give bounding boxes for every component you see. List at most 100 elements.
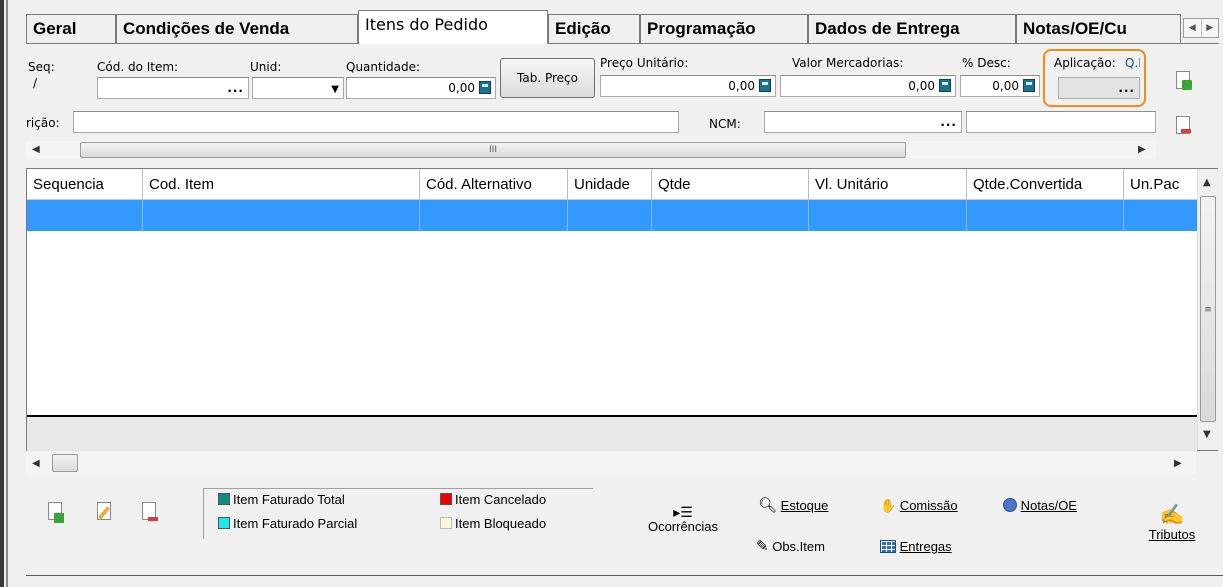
tributos-label: Tributos — [1148, 527, 1196, 542]
calculator-icon[interactable] — [479, 81, 491, 94]
legend-faturado-parcial: Item Faturado Parcial — [218, 516, 357, 531]
valor-mercadorias-label: Valor Mercadorias: — [792, 56, 904, 70]
entregas-label: Entregas — [899, 539, 952, 554]
comissao-label: Comissão — [899, 498, 958, 513]
tab-programacao[interactable]: Programação — [640, 14, 808, 43]
preco-unitario-label: Preço Unitário: — [600, 56, 689, 70]
tab-dados-de-entrega[interactable]: Dados de Entrega — [808, 14, 1016, 43]
scroll-right-icon[interactable]: ▶ — [1174, 458, 1182, 469]
grid-vertical-scrollbar[interactable]: ▲ ≡ ▼ — [1197, 169, 1218, 450]
aplicacao-highlight — [1043, 49, 1146, 107]
magnifier-icon: 🔍︎ — [758, 497, 778, 514]
tab-scroll-right-icon[interactable]: ▶ — [1202, 19, 1219, 37]
ncm-field[interactable]: ... — [764, 111, 962, 133]
form-horizontal-scrollbar[interactable]: ◀ III ▶ — [26, 141, 1156, 159]
grid-hscroll-thumb[interactable] — [52, 454, 78, 472]
tab-preco-button[interactable]: Tab. Preço — [500, 58, 595, 98]
tab-condicoes-de-venda[interactable]: Condições de Venda — [116, 14, 358, 43]
notas-oe-label: Notas/OE — [1020, 498, 1077, 513]
delete-icon[interactable] — [140, 500, 160, 524]
cod-item-label: Cód. do Item: — [97, 60, 179, 74]
quantidade-label: Quantidade: — [346, 60, 421, 74]
ncm-label: NCM: — [709, 117, 741, 131]
seq-value: / — [33, 76, 38, 90]
legend-cancelado: Item Cancelado — [440, 492, 546, 507]
quantidade-value: 0,00 — [448, 81, 475, 95]
cod-item-field[interactable]: ... — [97, 77, 249, 99]
col-unidade[interactable]: Unidade — [568, 169, 652, 200]
edit-icon[interactable] — [95, 500, 115, 524]
scroll-left-icon[interactable]: ◀ — [32, 458, 40, 469]
entregas-button[interactable]: Entregas — [880, 539, 952, 554]
calculator-icon[interactable] — [759, 79, 771, 92]
search-globe-icon — [1003, 498, 1017, 512]
table-cell — [967, 200, 1124, 231]
col-qtde[interactable]: Qtde — [652, 169, 809, 200]
desc-field[interactable]: 0,00 — [960, 75, 1040, 97]
col-qtde-convertida[interactable]: Qtde.Convertida — [967, 169, 1124, 200]
scroll-down-icon[interactable]: ▼ — [1203, 429, 1211, 440]
legend-swatch — [218, 493, 230, 505]
add-item-icon[interactable] — [1176, 71, 1192, 91]
remove-item-icon[interactable] — [1176, 116, 1192, 136]
ocorrencias-label: Ocorrências — [647, 519, 719, 534]
unid-select[interactable]: ▼ — [252, 77, 344, 99]
ocorrencias-button[interactable]: ▸☰ Ocorrências — [638, 505, 728, 534]
valor-mercadorias-field[interactable]: 0,00 — [780, 75, 956, 97]
col-sequencia[interactable]: Sequencia — [27, 169, 143, 200]
legend-bloqueado: Item Bloqueado — [440, 516, 546, 531]
scroll-right-icon[interactable]: ▶ — [1138, 144, 1146, 155]
table-cell — [143, 200, 420, 231]
estoque-button[interactable]: 🔍︎ Estoque — [758, 496, 828, 514]
legend-label: Item Cancelado — [455, 492, 547, 507]
preco-unitario-field[interactable]: 0,00 — [600, 75, 776, 97]
tributos-button[interactable]: ✍ Tributos — [1138, 503, 1206, 542]
scroll-left-icon[interactable]: ◀ — [32, 144, 40, 155]
table-cell — [652, 200, 809, 231]
pencil-note-icon: ✎ — [756, 538, 769, 555]
tab-scroll-arrows[interactable]: ◀ ▶ — [1183, 18, 1219, 38]
col-cod-item[interactable]: Cod. Item — [143, 169, 420, 200]
tab-geral[interactable]: Geral — [26, 14, 116, 43]
ncm-lookup-button[interactable]: ... — [940, 115, 957, 129]
descricao-label: rição: — [26, 116, 60, 130]
grid-scroll-thumb[interactable]: ≡ — [1200, 196, 1216, 422]
tab-scroll-left-icon[interactable]: ◀ — [1184, 19, 1202, 37]
scroll-up-icon[interactable]: ▲ — [1203, 177, 1211, 188]
calculator-icon[interactable] — [939, 79, 951, 92]
legend-faturado-total: Item Faturado Total — [218, 492, 345, 507]
chevron-down-icon[interactable]: ▼ — [331, 84, 339, 95]
valor-mercadorias-value: 0,00 — [908, 79, 935, 93]
col-un-pac[interactable]: Un.Pac — [1124, 169, 1197, 200]
calculator-icon[interactable] — [1023, 79, 1035, 92]
legend-label: Item Bloqueado — [455, 516, 547, 531]
window-frame-left-inner — [6, 0, 8, 587]
grid-horizontal-scrollbar[interactable]: ◀ ▶ — [26, 452, 1196, 474]
legend-swatch — [218, 517, 230, 529]
comissao-button[interactable]: ✋ Comissão — [880, 498, 958, 514]
descricao-field[interactable] — [73, 111, 679, 133]
grid-footer-row — [27, 415, 1197, 451]
extra-field[interactable] — [966, 111, 1156, 133]
cod-item-lookup-button[interactable]: ... — [227, 81, 244, 95]
desc-label: % Desc: — [962, 56, 1011, 70]
col-cod-alternativo[interactable]: Cód. Alternativo — [420, 169, 568, 200]
col-vl-unitario[interactable]: Vl. Unitário — [809, 169, 967, 200]
add-icon[interactable] — [46, 500, 66, 524]
legend-label: Item Faturado Parcial — [233, 516, 358, 531]
table-cell — [568, 200, 652, 231]
tab-panel-border — [26, 43, 1219, 44]
tab-notas-oe[interactable]: Notas/OE/Cu — [1016, 14, 1181, 43]
notas-oe-button[interactable]: Notas/OE — [1003, 498, 1077, 513]
obs-item-label: Obs.Item — [772, 539, 825, 554]
scroll-thumb[interactable]: III — [80, 142, 906, 158]
table-row[interactable] — [27, 200, 1197, 231]
signature-icon: ✍ — [1159, 504, 1185, 526]
obs-item-button[interactable]: ✎ Obs.Item — [756, 537, 825, 555]
items-grid[interactable]: Sequencia Cod. Item Cód. Alternativo Uni… — [26, 168, 1218, 451]
tab-itens-do-pedido[interactable]: Itens do Pedido — [358, 10, 548, 44]
quantidade-field[interactable]: 0,00 — [346, 77, 496, 99]
preco-unitario-value: 0,00 — [728, 79, 755, 93]
tab-edicao[interactable]: Edição — [548, 14, 640, 43]
table-icon — [880, 540, 896, 553]
